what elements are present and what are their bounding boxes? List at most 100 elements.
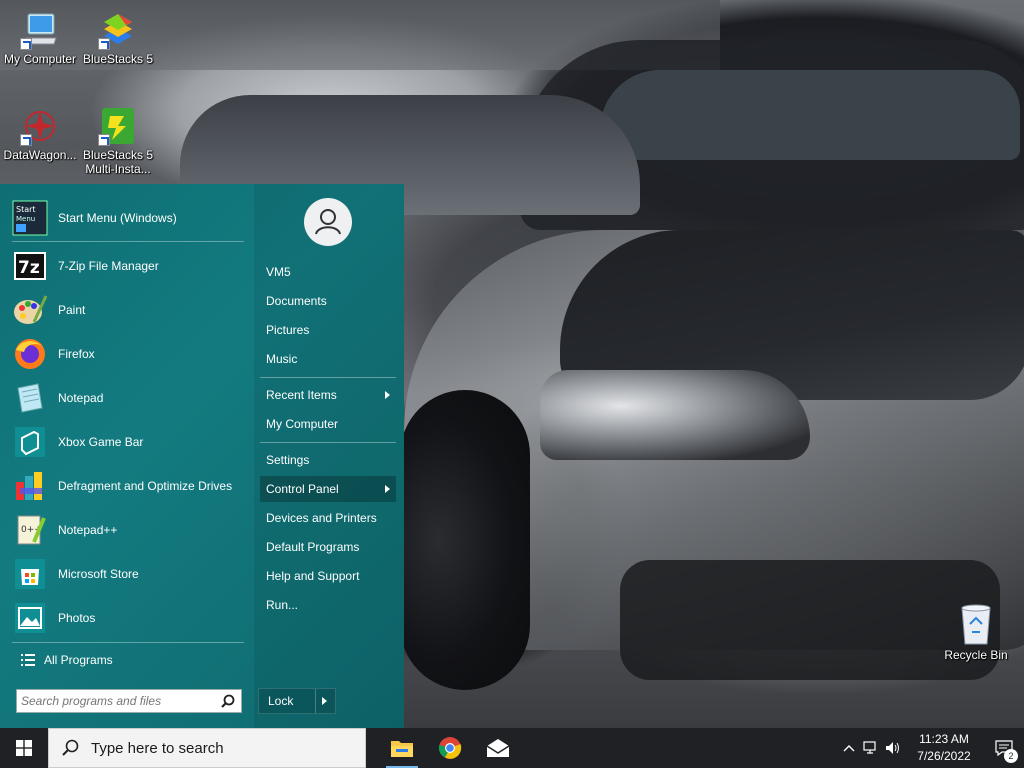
menu-item-firefox[interactable]: Firefox (12, 334, 248, 374)
chevron-right-icon (385, 485, 390, 493)
lock-label: Lock (268, 694, 294, 708)
menu-item-label: Paint (58, 302, 86, 317)
start-menu-places-pane: VM5 Documents Pictures Music Recent Item… (254, 184, 404, 728)
7zip-icon: 7z (12, 248, 48, 284)
chevron-right-icon (385, 391, 390, 399)
chrome-icon (438, 737, 462, 759)
desktop-icon-label: Recycle Bin (944, 648, 1008, 662)
svg-text:Start: Start (16, 205, 36, 214)
desktop-icon-label: BlueStacks 5 Multi-Insta... (82, 148, 154, 176)
clock-date: 7/26/2022 (917, 749, 971, 763)
desktop-icon-bluestacks[interactable]: BlueStacks 5 (78, 10, 158, 66)
computer-icon (20, 10, 60, 50)
menu-item-label: Defragment and Optimize Drives (58, 478, 233, 493)
notification-count-badge: 2 (1004, 749, 1018, 763)
network-icon[interactable] (860, 741, 882, 755)
user-avatar[interactable] (304, 198, 352, 246)
place-help-support[interactable]: Help and Support (260, 563, 396, 589)
place-my-computer[interactable]: My Computer (260, 411, 396, 437)
start-menu-icon: Start Menu (12, 200, 48, 236)
windows-logo-icon (16, 740, 32, 756)
svg-text:Menu: Menu (16, 215, 35, 223)
notification-center-button[interactable]: 2 (984, 728, 1024, 768)
separator (260, 377, 396, 378)
all-programs-button[interactable]: All Programs (12, 648, 248, 672)
start-menu-header-item[interactable]: Start Menu Start Menu (Windows) (12, 198, 248, 238)
menu-item-label: Microsoft Store (58, 566, 139, 581)
mail-icon (486, 739, 510, 757)
desktop-icon-datawagon[interactable]: DataWagon... (0, 106, 80, 162)
microsoft-store-icon (12, 556, 48, 592)
place-settings[interactable]: Settings (260, 447, 396, 473)
system-tray: 11:23 AM 7/26/2022 2 (838, 728, 1024, 768)
list-icon (12, 654, 44, 666)
separator (12, 241, 244, 242)
photos-icon (12, 600, 48, 636)
folder-icon (391, 741, 413, 757)
taskbar-clock[interactable]: 11:23 AM 7/26/2022 (904, 731, 984, 765)
volume-icon[interactable] (882, 741, 904, 755)
place-pictures[interactable]: Pictures (260, 317, 396, 343)
notepadpp-icon: 0++ (12, 512, 48, 548)
place-label: Recent Items (266, 388, 337, 402)
menu-item-label: Photos (58, 610, 96, 625)
menu-item-label: 7-Zip File Manager (58, 258, 159, 273)
taskbar-search-box[interactable]: Type here to search (48, 728, 366, 768)
start-button[interactable] (0, 728, 48, 768)
desktop-icon-label: BlueStacks 5 (82, 52, 154, 66)
place-control-panel[interactable]: Control Panel (260, 476, 396, 502)
all-programs-label: All Programs (44, 653, 113, 667)
place-devices-printers[interactable]: Devices and Printers (260, 505, 396, 531)
place-run[interactable]: Run... (260, 592, 396, 618)
paint-icon (12, 292, 48, 328)
place-user[interactable]: VM5 (260, 259, 396, 285)
place-documents[interactable]: Documents (260, 288, 396, 314)
taskbar-search-text: Type here to search (91, 739, 224, 757)
desktop-icon-recycle-bin[interactable]: Recycle Bin (936, 602, 1016, 662)
menu-item-photos[interactable]: Photos (12, 598, 248, 638)
menu-item-paint[interactable]: Paint (12, 290, 248, 330)
taskbar-mail[interactable] (474, 728, 522, 768)
start-search-input[interactable] (17, 690, 213, 712)
desktop-icon-my-computer[interactable]: My Computer (0, 10, 80, 66)
start-menu-header-label: Start Menu (Windows) (58, 210, 177, 225)
xbox-game-bar-icon (12, 424, 48, 460)
place-label: Control Panel (266, 482, 339, 496)
menu-item-label: Notepad++ (58, 522, 118, 537)
clock-time: 11:23 AM (919, 732, 969, 746)
menu-item-notepad[interactable]: Notepad (12, 378, 248, 418)
recycle-bin-icon (956, 602, 996, 646)
desktop-icon-label: My Computer (3, 52, 77, 66)
search-icon (61, 739, 79, 757)
desktop-icon-label: DataWagon... (3, 148, 77, 162)
taskbar: Type here to search 11:23 AM 7/26/2022 2 (0, 728, 1024, 768)
place-music[interactable]: Music (260, 346, 396, 372)
start-search-box[interactable] (16, 689, 242, 713)
taskbar-file-explorer[interactable] (378, 728, 426, 768)
bluestacks-multi-icon (98, 106, 138, 146)
lock-options-dropdown[interactable] (314, 689, 335, 713)
defrag-icon (12, 468, 48, 504)
menu-item-7zip[interactable]: 7z 7-Zip File Manager (12, 246, 248, 286)
menu-item-label: Xbox Game Bar (58, 434, 144, 449)
menu-item-label: Notepad (58, 390, 104, 405)
search-icon (221, 694, 235, 711)
start-menu: Start Menu Start Menu (Windows) 7z 7-Zip… (0, 184, 404, 728)
menu-item-microsoft-store[interactable]: Microsoft Store (12, 554, 248, 594)
chevron-up-icon[interactable] (838, 744, 860, 752)
datawagon-icon (20, 106, 60, 146)
chevron-right-icon (322, 697, 327, 705)
taskbar-chrome[interactable] (426, 728, 474, 768)
menu-item-notepadpp[interactable]: 0++ Notepad++ (12, 510, 248, 550)
menu-item-defragment[interactable]: Defragment and Optimize Drives (12, 466, 248, 506)
lock-button[interactable]: Lock (258, 688, 336, 714)
separator (12, 642, 244, 643)
desktop-icon-bluestacks-multi[interactable]: BlueStacks 5 Multi-Insta... (78, 106, 158, 176)
place-recent-items[interactable]: Recent Items (260, 382, 396, 408)
bluestacks-icon (98, 10, 138, 50)
firefox-icon (12, 336, 48, 372)
menu-item-label: Firefox (58, 346, 95, 361)
start-menu-programs-pane: Start Menu Start Menu (Windows) 7z 7-Zip… (0, 184, 254, 728)
menu-item-xbox-game-bar[interactable]: Xbox Game Bar (12, 422, 248, 462)
place-default-programs[interactable]: Default Programs (260, 534, 396, 560)
